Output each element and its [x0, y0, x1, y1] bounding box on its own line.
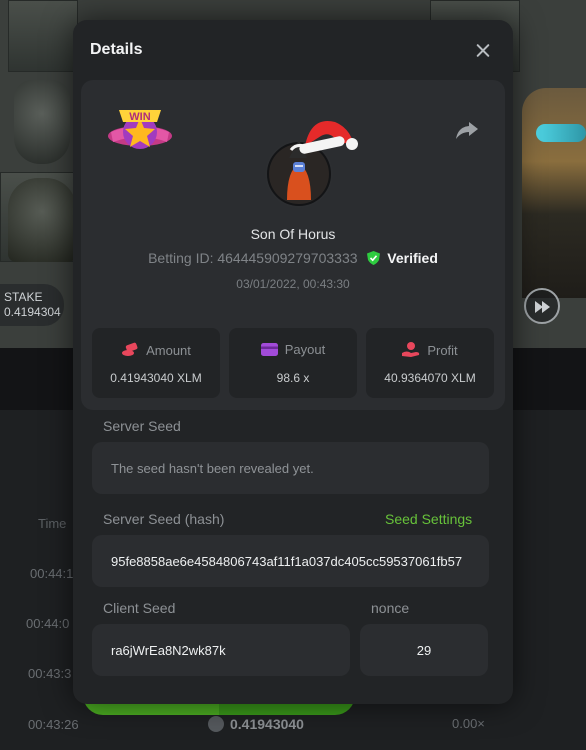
bet-time: 00:43:3: [28, 666, 72, 681]
character-goggles: [536, 124, 586, 142]
bet-multiplier: 0.00×: [452, 716, 485, 731]
stat-label: Amount: [146, 343, 191, 358]
stat-value: 98.6 x: [276, 371, 310, 385]
avatar: [265, 121, 358, 208]
bet-summary-card: WIN Son Of Horus Betting ID: 46444590927…: [81, 80, 505, 410]
stat-profit: Profit 40.9364070 XLM: [366, 328, 494, 398]
modal-title: Details: [90, 41, 143, 58]
hand-coin-icon: [402, 342, 420, 357]
stat-amount: Amount 0.41943040 XLM: [92, 328, 220, 398]
fast-forward-icon[interactable]: [524, 288, 560, 324]
vase-symbol-icon: [14, 80, 70, 164]
stat-value: 0.41943040 XLM: [110, 371, 202, 385]
time-column-header: Time: [38, 516, 67, 531]
client-seed-label: Client Seed: [103, 600, 176, 616]
server-seed-hash-label: Server Seed (hash): [103, 511, 225, 527]
share-icon[interactable]: [455, 120, 479, 140]
slot-cell: [8, 0, 78, 72]
server-seed-label: Server Seed: [103, 418, 181, 434]
close-icon[interactable]: [472, 40, 494, 62]
verified-shield-icon: [367, 251, 381, 265]
client-seed-field[interactable]: ra6jWrEa8N2wk87k: [92, 624, 350, 676]
stat-label: Profit: [427, 343, 458, 358]
server-seed-hash-value: 95fe8858ae6e4584806743af11f1a037dc405cc5…: [111, 553, 463, 569]
seed-settings-link[interactable]: Seed Settings: [385, 511, 472, 527]
details-modal: Details WIN Son Of Horus Betting ID: 464…: [73, 20, 513, 704]
stake-label: STAKE: [4, 290, 43, 304]
coins-icon: [122, 342, 138, 356]
bet-time: 00:44:1: [30, 566, 74, 581]
stat-label: Payout: [284, 342, 326, 357]
character-figure: [522, 88, 586, 298]
stake-display: STAKE 0.4194304: [0, 284, 64, 326]
wallet-icon: [260, 343, 278, 356]
stat-value: 40.9364070 XLM: [384, 371, 476, 385]
server-seed-hash-field[interactable]: 95fe8858ae6e4584806743af11f1a037dc405cc5…: [92, 535, 489, 587]
betting-id: 464445909279703333: [217, 250, 358, 266]
server-seed-field: The seed hasn't been revealed yet.: [92, 442, 489, 494]
stat-payout: Payout 98.6 x: [229, 328, 357, 398]
betting-id-line: Betting ID: 464445909279703333 Verified: [81, 250, 505, 266]
nonce-field[interactable]: 29: [360, 624, 488, 676]
verified-label: Verified: [387, 250, 438, 266]
betting-id-label: Betting ID:: [148, 250, 214, 266]
nonce-label: nonce: [371, 600, 410, 616]
user-name: Son Of Horus: [250, 226, 336, 242]
bet-time: 00:43:26: [28, 717, 79, 732]
bet-time: 00:44:0: [26, 616, 70, 631]
win-badge-text: WIN: [129, 111, 150, 123]
win-badge-icon: WIN: [108, 110, 172, 149]
anubis-symbol-icon: [8, 178, 76, 262]
stake-amount: 0.4194304: [4, 305, 61, 319]
bet-date: 03/01/2022, 00:43:30: [236, 277, 350, 291]
coin-icon: [208, 716, 224, 732]
bet-amount: 0.41943040: [230, 716, 304, 732]
